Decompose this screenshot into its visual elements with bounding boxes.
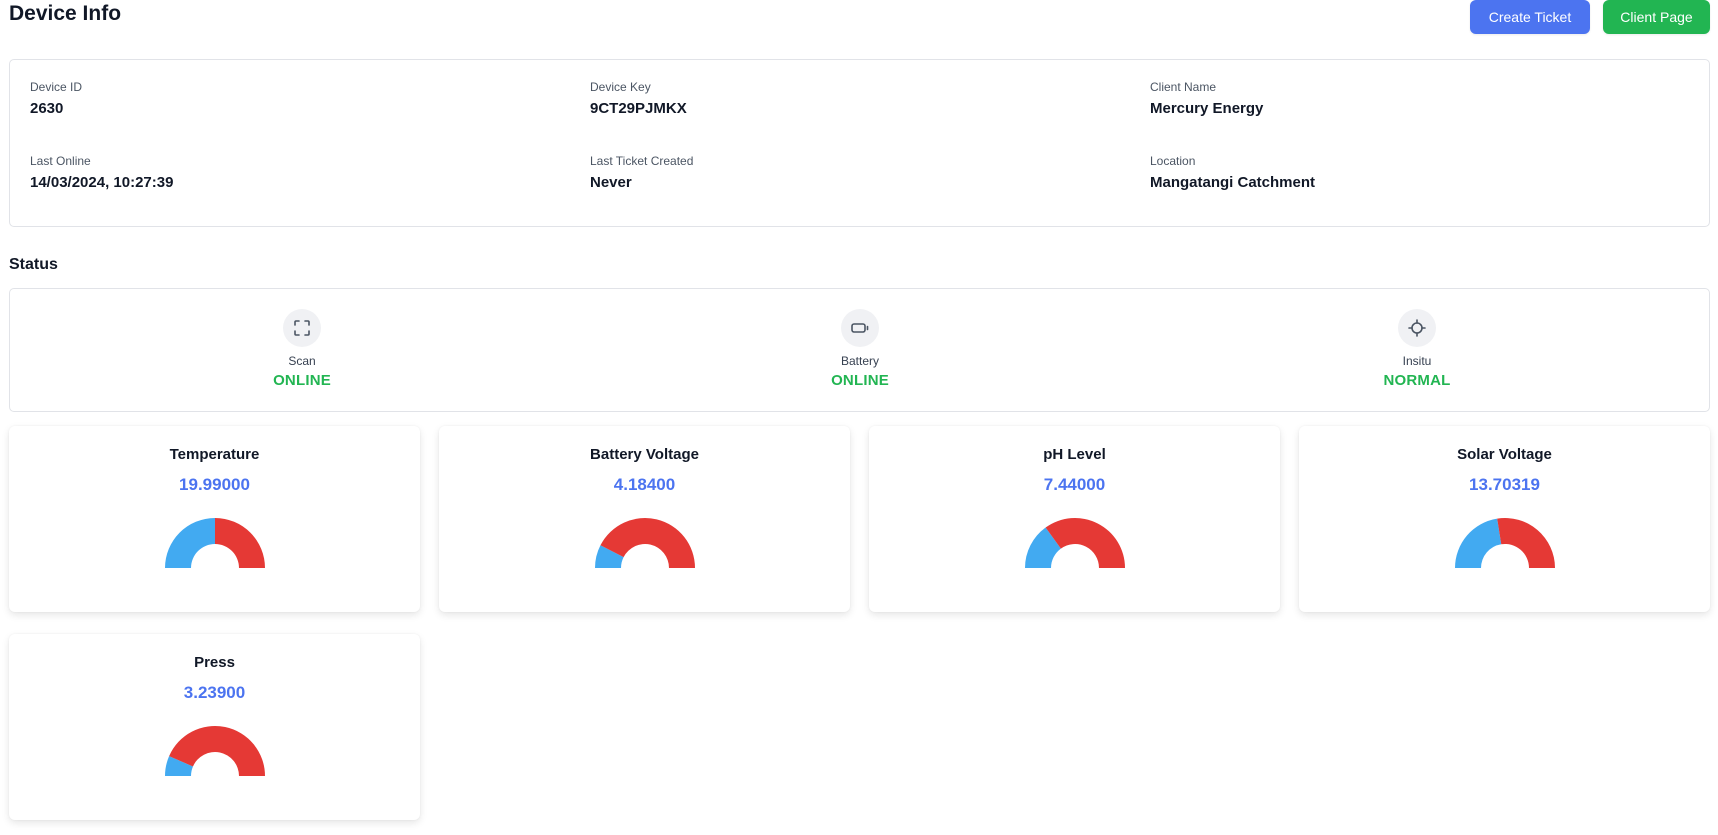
metric-card-ph-level: pH Level 7.44000 bbox=[869, 426, 1280, 612]
device-key-value: 9CT29PJMKX bbox=[590, 100, 687, 117]
device-id-value: 2630 bbox=[30, 100, 64, 117]
metric-value: 4.18400 bbox=[613, 475, 676, 494]
gauge-chart bbox=[164, 518, 265, 568]
location-value: Mangatangi Catchment bbox=[1150, 174, 1316, 191]
crosshair-icon bbox=[1398, 309, 1436, 347]
last-ticket-label: Last Ticket Created bbox=[590, 154, 694, 168]
create-ticket-button[interactable]: Create Ticket bbox=[1470, 0, 1590, 34]
metric-value: 19.99000 bbox=[179, 475, 250, 494]
last-online-label: Last Online bbox=[30, 154, 91, 168]
metric-value: 7.44000 bbox=[1043, 475, 1106, 494]
gauge-fill-segment bbox=[164, 518, 215, 568]
gauge-remaining-segment bbox=[1496, 518, 1555, 568]
gauge-remaining-segment bbox=[214, 518, 265, 568]
last-online-field: Last Online 14/03/2024, 10:27:39 bbox=[30, 154, 173, 191]
location-label: Location bbox=[1150, 154, 1196, 168]
status-item-battery: Battery ONLINE bbox=[780, 309, 940, 389]
last-ticket-value: Never bbox=[590, 174, 632, 191]
gauge-chart bbox=[1024, 518, 1125, 568]
status-card: Scan ONLINE Battery ONLINE Insitu NORMAL bbox=[9, 288, 1710, 412]
battery-icon bbox=[841, 309, 879, 347]
device-id-field: Device ID 2630 bbox=[30, 80, 82, 117]
status-value-insitu: NORMAL bbox=[1383, 372, 1451, 389]
status-label-battery: Battery bbox=[840, 354, 879, 368]
status-item-insitu: Insitu NORMAL bbox=[1337, 309, 1497, 389]
client-name-label: Client Name bbox=[1150, 80, 1217, 94]
scan-icon bbox=[283, 309, 321, 347]
gauge-remaining-segment bbox=[1045, 518, 1125, 568]
status-label-insitu: Insitu bbox=[1402, 354, 1432, 368]
metric-value: 3.23900 bbox=[183, 683, 246, 702]
last-ticket-field: Last Ticket Created Never bbox=[590, 154, 693, 191]
gauge-chart bbox=[1454, 518, 1555, 568]
metric-value: 13.70319 bbox=[1469, 475, 1540, 494]
metric-card-press: Press 3.23900 bbox=[9, 634, 420, 820]
gauge-chart bbox=[164, 726, 265, 776]
metric-title: Solar Voltage bbox=[1457, 446, 1552, 463]
device-info-card: Device ID 2630 Device Key 9CT29PJMKX Cli… bbox=[9, 59, 1710, 227]
metric-title: pH Level bbox=[1043, 446, 1106, 463]
device-key-label: Device Key bbox=[590, 80, 651, 94]
status-item-scan: Scan ONLINE bbox=[222, 309, 382, 389]
gauge-chart bbox=[594, 518, 695, 568]
metric-title: Battery Voltage bbox=[590, 446, 699, 463]
metric-title: Press bbox=[194, 654, 235, 671]
last-online-value: 14/03/2024, 10:27:39 bbox=[30, 174, 174, 191]
location-field: Location Mangatangi Catchment bbox=[1150, 154, 1315, 191]
status-section-title: Status bbox=[9, 256, 58, 273]
metric-title: Temperature bbox=[169, 446, 260, 463]
status-label-scan: Scan bbox=[288, 354, 316, 368]
gauge-fill-segment bbox=[1454, 518, 1501, 568]
metric-card-temperature: Temperature 19.99000 bbox=[9, 426, 420, 612]
client-name-field: Client Name Mercury Energy bbox=[1150, 80, 1263, 117]
status-value-scan: ONLINE bbox=[273, 372, 331, 389]
device-key-field: Device Key 9CT29PJMKX bbox=[590, 80, 687, 117]
client-name-value: Mercury Energy bbox=[1150, 100, 1264, 117]
metric-card-solar-voltage: Solar Voltage 13.70319 bbox=[1299, 426, 1710, 612]
metric-card-battery-voltage: Battery Voltage 4.18400 bbox=[439, 426, 850, 612]
device-id-label: Device ID bbox=[30, 80, 83, 94]
status-value-battery: ONLINE bbox=[831, 372, 889, 389]
client-page-button[interactable]: Client Page bbox=[1603, 0, 1710, 34]
page-title: Device Info bbox=[9, 2, 122, 25]
